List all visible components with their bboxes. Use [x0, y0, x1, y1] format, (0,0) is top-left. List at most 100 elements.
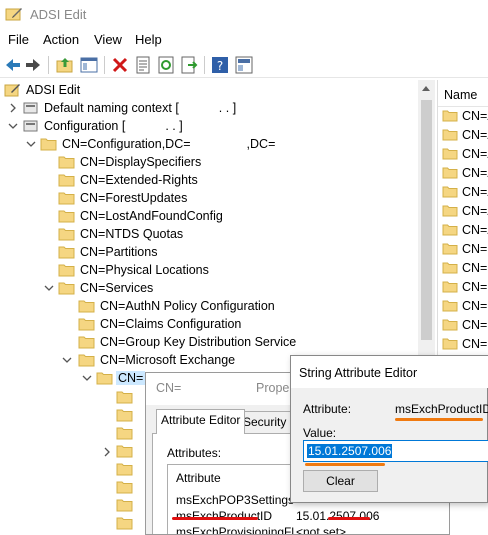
folder-icon — [442, 319, 458, 331]
scroll-up-arrow-icon[interactable] — [422, 86, 430, 91]
folder-icon — [442, 129, 458, 141]
list-item[interactable]: msExchProvisioningFl... <not set> — [176, 525, 346, 534]
toolbar-separator — [104, 56, 105, 74]
chevron-down-icon[interactable] — [26, 139, 36, 149]
tree-label: CN= — [116, 371, 146, 385]
column-header-attribute[interactable]: Attribute — [176, 471, 221, 485]
chevron-down-icon[interactable] — [82, 373, 92, 383]
clear-button[interactable]: Clear — [303, 470, 378, 492]
folder-icon — [442, 167, 458, 179]
list-item-label: CN=A — [462, 185, 488, 199]
folder-icon — [58, 228, 75, 241]
folder-icon — [116, 391, 133, 404]
chevron-down-icon[interactable] — [8, 121, 18, 131]
tree-label: Default naming context [. . ] — [44, 101, 236, 115]
highlight-underline — [305, 463, 385, 466]
folder-icon — [58, 156, 75, 169]
list-item-label: CN=E — [462, 318, 488, 332]
toolbar: ? — [0, 52, 488, 78]
tree-label: CN=Group Key Distribution Service — [100, 335, 297, 349]
folder-icon — [442, 300, 458, 312]
folder-icon — [78, 354, 95, 367]
folder-icon — [58, 246, 75, 259]
list-item-label: CN=E — [462, 280, 488, 294]
value-text: 15.01.2507.006 — [307, 444, 393, 458]
svg-text:?: ? — [217, 59, 223, 73]
server-icon — [23, 102, 38, 114]
folder-icon — [442, 224, 458, 236]
tree-label: CN=Partitions — [80, 245, 158, 259]
attributes-label: Attributes: — [167, 446, 222, 460]
folder-icon — [58, 264, 75, 277]
folder-icon — [116, 427, 133, 440]
server-icon — [23, 120, 38, 132]
menu-file[interactable]: File — [8, 32, 29, 47]
list-item-label: CN=A — [462, 128, 488, 142]
folder-icon — [442, 338, 458, 350]
up-folder-icon[interactable] — [56, 56, 74, 74]
list-item-label: CN=A — [462, 204, 488, 218]
folder-icon — [116, 481, 133, 494]
tree-label: ADSI Edit — [26, 83, 81, 97]
tree-label: CN=NTDS Quotas — [80, 227, 184, 241]
tree-label-text: CN=Configuration,DC= — [62, 137, 191, 151]
tab-attribute-editor[interactable]: Attribute Editor — [156, 409, 246, 434]
list-item[interactable]: msExchPOP3Settings — [176, 493, 294, 509]
window-title: ADSI Edit — [30, 7, 87, 22]
folder-icon — [78, 300, 95, 313]
column-header-name[interactable]: Name — [444, 88, 477, 102]
tree-label: CN=ForestUpdates — [80, 191, 188, 205]
tree-label: CN=Claims Configuration — [100, 317, 242, 331]
properties-icon[interactable]: ? — [211, 56, 229, 74]
list-item-label: CN=A — [462, 166, 488, 180]
header-divider — [438, 106, 488, 107]
editor-title: String Attribute Editor — [299, 366, 418, 380]
folder-icon — [58, 192, 75, 205]
tree-label: CN=Microsoft Exchange — [100, 353, 236, 367]
folder-icon — [58, 174, 75, 187]
tree-label: CN=AuthN Policy Configuration — [100, 299, 275, 313]
adsi-edit-icon — [4, 84, 20, 97]
menu-help[interactable]: Help — [135, 32, 162, 47]
list-item-label: CN=A — [462, 223, 488, 237]
properties-title: CN= — [156, 381, 182, 395]
refresh-icon[interactable] — [157, 56, 175, 74]
show-hide-tree-icon[interactable] — [80, 56, 98, 74]
delete-icon[interactable] — [111, 56, 129, 74]
folder-icon — [442, 262, 458, 274]
properties-title-suffix: Proper — [256, 381, 294, 395]
editor-title-bar: String Attribute Editor — [291, 356, 488, 388]
menu-action[interactable]: Action — [43, 32, 79, 47]
toolbar-separator — [204, 56, 205, 74]
list-item-label: CN=F — [462, 337, 488, 351]
chevron-down-icon[interactable] — [62, 355, 72, 365]
tree-label: CN=Configuration,DC= ,DC= — [62, 137, 275, 151]
folder-icon — [116, 409, 133, 422]
value-input[interactable]: 15.01.2507.006 — [303, 440, 488, 462]
export-icon[interactable] — [180, 56, 198, 74]
string-attribute-editor-dialog: String Attribute Editor Attribute: msExc… — [290, 355, 488, 503]
folder-icon — [442, 148, 458, 160]
tab-security[interactable]: Security — [238, 411, 292, 433]
chevron-down-icon[interactable] — [44, 283, 54, 293]
back-icon[interactable] — [4, 56, 22, 74]
help-icon[interactable] — [235, 56, 253, 74]
folder-icon — [442, 186, 458, 198]
list-item-label: CN=A — [462, 147, 488, 161]
chevron-right-icon[interactable] — [102, 447, 112, 457]
list-item-label: CN=C — [462, 242, 488, 256]
folder-icon — [116, 517, 133, 530]
adsi-edit-app-icon — [5, 8, 22, 21]
forward-icon[interactable] — [24, 56, 42, 74]
title-bar: ADSI Edit — [0, 0, 488, 30]
menu-view[interactable]: View — [94, 32, 122, 47]
folder-icon — [78, 336, 95, 349]
highlight-underline — [172, 517, 258, 520]
properties-list-icon[interactable] — [134, 56, 152, 74]
attribute-name-value: msExchProductID — [395, 402, 488, 416]
scrollbar-thumb[interactable] — [421, 100, 432, 340]
attribute-value: <not set> — [296, 525, 347, 535]
attribute-value: 15.01.2507.006 — [296, 509, 380, 523]
folder-icon — [78, 318, 95, 331]
chevron-right-icon[interactable] — [8, 103, 18, 113]
